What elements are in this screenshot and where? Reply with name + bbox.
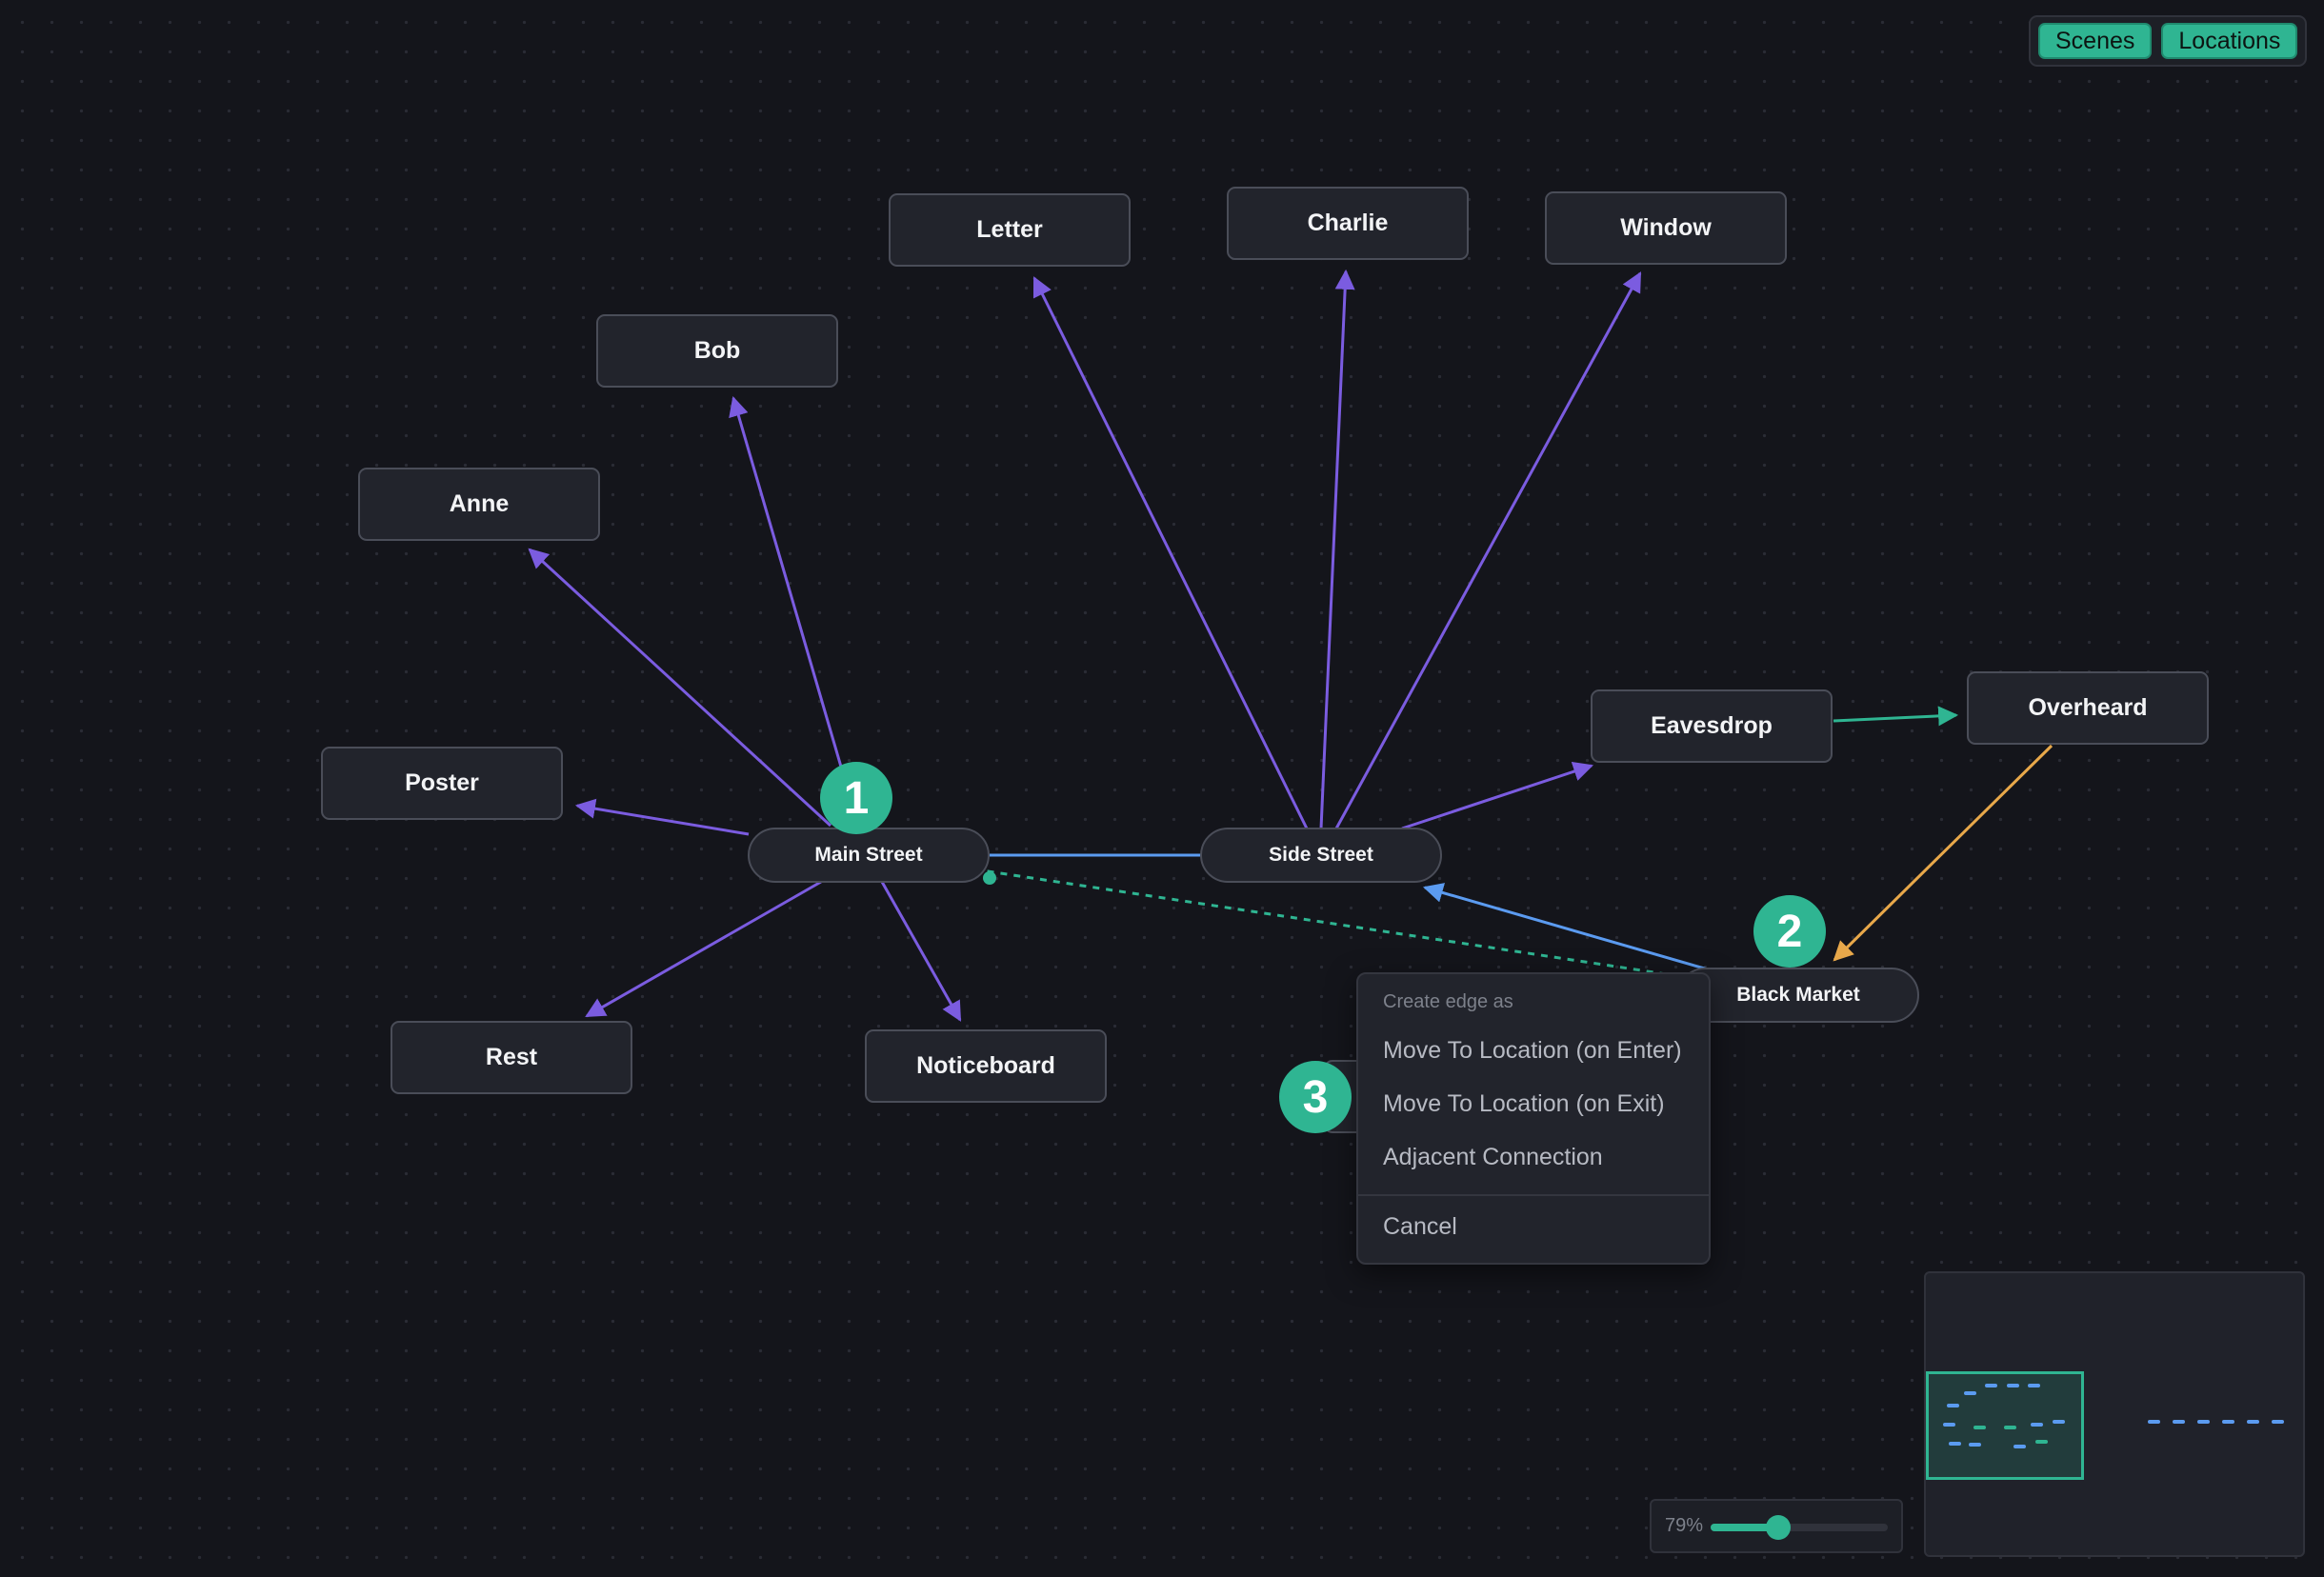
- locations-toggle-button[interactable]: Locations: [2161, 23, 2298, 59]
- menu-item-move-on-enter[interactable]: Move To Location (on Enter): [1383, 1037, 1682, 1065]
- edge-black-market-to-side-street[interactable]: [1422, 883, 1709, 971]
- step-badge-1: 1: [820, 762, 892, 834]
- minimap-node: [2004, 1426, 2016, 1429]
- location-node-black-market[interactable]: Black Market: [1677, 968, 1919, 1023]
- edge-eavesdrop-to-overheard[interactable]: [1833, 706, 1959, 727]
- minimap-node: [2272, 1420, 2284, 1424]
- edge-main-street-to-noticeboard[interactable]: [880, 881, 962, 1022]
- menu-item-adjacent-connection[interactable]: Adjacent Connection: [1383, 1144, 1603, 1171]
- create-edge-menu: Create edge as Move To Location (on Ente…: [1356, 972, 1711, 1265]
- scene-node-eavesdrop[interactable]: Eavesdrop: [1591, 689, 1833, 763]
- location-node-side-street[interactable]: Side Street: [1200, 828, 1442, 883]
- edge-side-street-to-eavesdrop[interactable]: [1401, 761, 1593, 830]
- edge-main-street-to-rest[interactable]: [585, 880, 822, 1018]
- scene-node-bob[interactable]: Bob: [596, 314, 838, 388]
- edge-overheard-to-black-market[interactable]: [1833, 744, 2054, 962]
- minimap-node: [2031, 1423, 2043, 1427]
- zoom-slider-track[interactable]: [1711, 1515, 1888, 1540]
- scene-node-poster[interactable]: Poster: [321, 747, 563, 820]
- location-node-main-street[interactable]: Main Street: [748, 828, 990, 883]
- minimap-node: [2035, 1440, 2048, 1444]
- minimap[interactable]: [1924, 1271, 2305, 1557]
- edge-side-street-to-charlie[interactable]: [1319, 269, 1355, 829]
- scene-node-overheard[interactable]: Overheard: [1967, 671, 2209, 745]
- scene-node-window[interactable]: Window: [1545, 191, 1787, 265]
- graph-canvas[interactable]: Letter Charlie Window Bob Anne Poster Ea…: [0, 0, 2324, 1577]
- minimap-node: [1949, 1442, 1961, 1446]
- step-badge-2: 2: [1753, 895, 1826, 968]
- step-badge-3: 3: [1279, 1061, 1352, 1133]
- minimap-node: [2007, 1384, 2019, 1387]
- scene-node-noticeboard[interactable]: Noticeboard: [865, 1029, 1107, 1103]
- minimap-node: [2148, 1420, 2160, 1424]
- minimap-node: [2013, 1445, 2026, 1448]
- minimap-node: [1969, 1443, 1981, 1447]
- scene-node-anne[interactable]: Anne: [358, 468, 600, 541]
- scene-node-charlie[interactable]: Charlie: [1227, 187, 1469, 260]
- minimap-node: [1947, 1404, 1959, 1407]
- edge-main-street-to-bob[interactable]: [729, 395, 845, 774]
- minimap-node: [2222, 1420, 2234, 1424]
- edge-main-street-to-poster[interactable]: [574, 798, 750, 836]
- view-toggle: Scenes Locations: [2029, 15, 2307, 67]
- menu-heading: Create edge as: [1383, 991, 1513, 1012]
- edge-side-street-to-letter[interactable]: [1032, 276, 1309, 829]
- minimap-node: [2028, 1384, 2040, 1387]
- minimap-node: [1964, 1391, 1976, 1395]
- minimap-node: [1985, 1384, 1997, 1387]
- scenes-toggle-button[interactable]: Scenes: [2038, 23, 2153, 59]
- scene-node-letter[interactable]: Letter: [889, 193, 1131, 267]
- menu-item-move-on-exit[interactable]: Move To Location (on Exit): [1383, 1090, 1665, 1118]
- minimap-node: [1943, 1423, 1955, 1427]
- minimap-node: [2053, 1420, 2065, 1424]
- minimap-node: [1973, 1426, 1986, 1429]
- zoom-control: 79%: [1650, 1499, 1903, 1553]
- scene-node-rest[interactable]: Rest: [391, 1021, 632, 1094]
- minimap-node: [2173, 1420, 2185, 1424]
- minimap-node: [2247, 1420, 2259, 1424]
- edge-main-street-to-anne[interactable]: [528, 548, 832, 828]
- menu-divider: [1358, 1194, 1709, 1196]
- menu-item-cancel[interactable]: Cancel: [1383, 1213, 1457, 1241]
- zoom-level-label: 79%: [1665, 1515, 1704, 1536]
- minimap-node: [2197, 1420, 2210, 1424]
- connection-handle[interactable]: [983, 871, 996, 885]
- zoom-slider-thumb[interactable]: [1765, 1515, 1791, 1540]
